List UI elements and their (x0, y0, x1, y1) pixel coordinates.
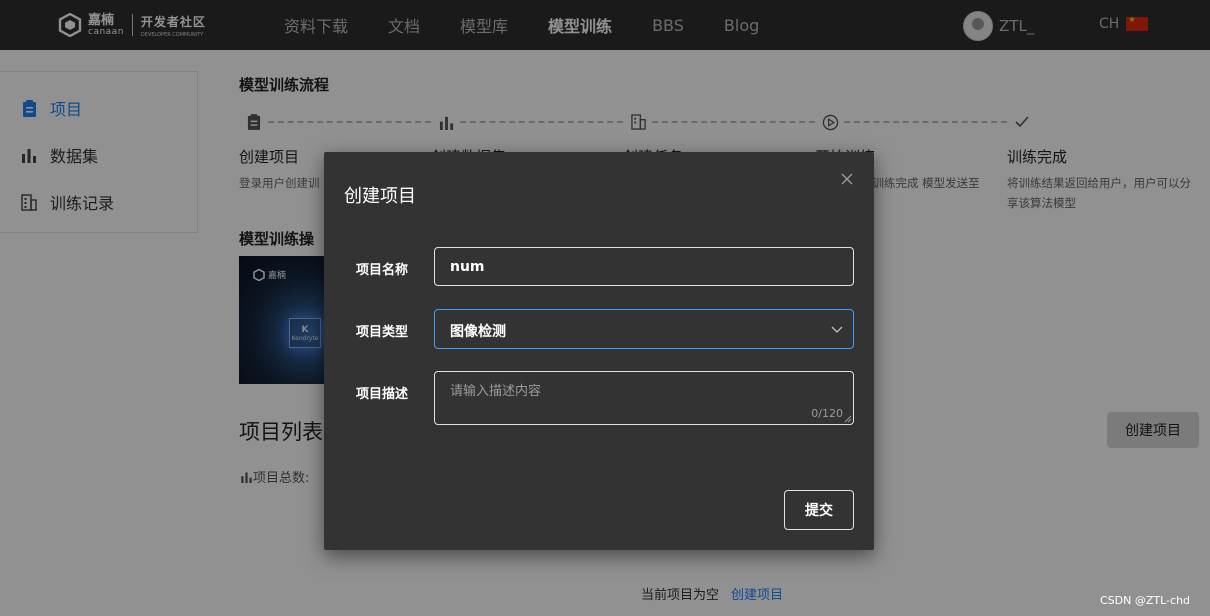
project-type-value[interactable]: 图像检测 (450, 321, 506, 341)
project-desc-placeholder: 请输入描述内容 (450, 384, 542, 399)
project-desc-textarea[interactable]: 请输入描述内容 0/120 (434, 371, 854, 425)
char-counter: 0/120 (811, 407, 843, 420)
submit-button[interactable]: 提交 (784, 490, 854, 530)
project-desc-label: 项目描述 (356, 387, 409, 402)
close-icon[interactable] (840, 172, 854, 186)
chevron-down-icon[interactable] (831, 323, 843, 335)
create-project-dialog: 创建项目 项目名称 num 项目类型 图像检测 项目描述 请输入描述内容 0/1… (324, 152, 874, 550)
resize-grip-icon[interactable] (844, 415, 852, 423)
project-type-select[interactable]: 图像检测 (434, 309, 854, 349)
project-name-label: 项目名称 (356, 263, 409, 278)
project-name-input[interactable]: num (434, 247, 854, 286)
project-type-label: 项目类型 (356, 325, 409, 340)
dialog-title: 创建项目 (344, 186, 416, 207)
project-name-value[interactable]: num (450, 259, 485, 275)
watermark: CSDN @ZTL-chd (1100, 594, 1191, 607)
